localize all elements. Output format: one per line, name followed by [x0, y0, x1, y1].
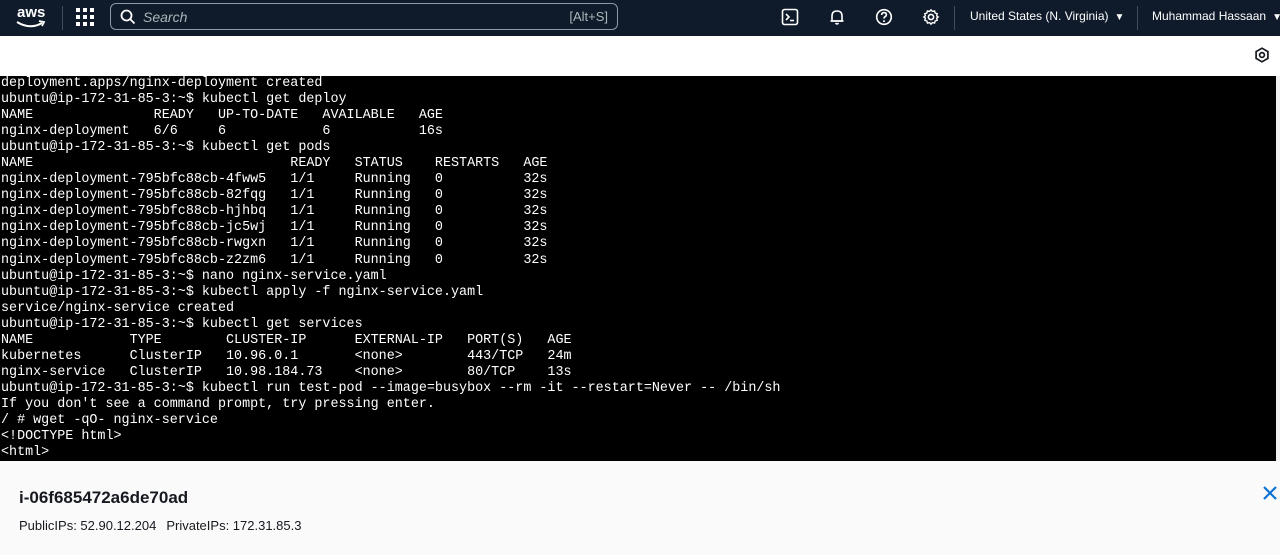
aws-logo-text: aws — [17, 4, 46, 21]
terminal-line: NAME READY STATUS RESTARTS AGE — [1, 156, 548, 172]
terminal-line: NAME TYPE CLUSTER-IP EXTERNAL-IP PORT(S)… — [1, 332, 572, 348]
search-box[interactable]: [Alt+S] — [110, 3, 618, 30]
help-icon[interactable] — [875, 8, 893, 26]
caret-down-icon: ▼ — [1114, 12, 1125, 23]
account-name: Muhammad Hassaan — [1152, 9, 1267, 23]
gear-icon[interactable] — [922, 8, 940, 26]
session-header — [0, 36, 1280, 76]
terminal-line: ubuntu@ip-172-31-85-3:~$ kubectl get pod… — [1, 140, 331, 156]
terminal-window[interactable]: deployment.apps/nginx-deployment created… — [0, 76, 1276, 461]
divider — [1137, 6, 1138, 30]
terminal-line: nginx-deployment-795bfc88cb-4fww5 1/1 Ru… — [1, 172, 548, 188]
instance-id: i-06f685472a6de70ad — [19, 488, 189, 507]
terminal-line: ubuntu@ip-172-31-85-3:~$ nano nginx-serv… — [1, 268, 387, 284]
terminal-line: If you don't see a command prompt, try p… — [1, 396, 435, 412]
instance-details-panel — [0, 461, 1280, 555]
caret-down-icon: ▼ — [1272, 12, 1280, 23]
terminal-line: nginx-deployment-795bfc88cb-z2zm6 1/1 Ru… — [1, 252, 548, 268]
aws-logo[interactable]: aws — [14, 4, 48, 32]
terminal-line: / # wget -qO- nginx-service — [1, 412, 218, 428]
region-label: United States (N. Virginia) — [970, 9, 1109, 23]
account-menu[interactable]: Muhammad Hassaan ▼ — [1152, 9, 1280, 23]
divider — [62, 6, 63, 30]
terminal-line: nginx-deployment-795bfc88cb-rwgxn 1/1 Ru… — [1, 236, 548, 252]
apps-grid-icon[interactable] — [76, 8, 94, 26]
terminal-line: nginx-deployment 6/6 6 6 16s — [1, 124, 443, 140]
terminal-line: ubuntu@ip-172-31-85-3:~$ kubectl get dep… — [1, 92, 347, 108]
cloudshell-icon[interactable] — [781, 8, 799, 26]
region-selector[interactable]: United States (N. Virginia) ▼ — [970, 9, 1124, 23]
search-icon — [120, 9, 136, 25]
terminal-line: <!DOCTYPE html> — [1, 429, 122, 445]
private-ips: PrivateIPs: 172.31.85.3 — [166, 518, 302, 533]
search-shortcut-hint: [Alt+S] — [569, 9, 608, 24]
aws-smile-icon — [16, 20, 46, 28]
terminal-line: nginx-service ClusterIP 10.98.184.73 <no… — [1, 364, 572, 380]
terminal-line: ubuntu@ip-172-31-85-3:~$ kubectl apply -… — [1, 284, 484, 300]
terminal-line: <html> — [1, 445, 50, 461]
terminal-line: nginx-deployment-795bfc88cb-hjhbq 1/1 Ru… — [1, 204, 548, 220]
top-navigation-bar: aws [Alt+S] United — [0, 0, 1280, 36]
public-ips: PublicIPs: 52.90.12.204 — [19, 518, 157, 533]
close-icon[interactable] — [1262, 485, 1278, 501]
terminal-line: deployment.apps/nginx-deployment created — [1, 76, 323, 91]
terminal-line: ubuntu@ip-172-31-85-3:~$ kubectl run tes… — [1, 380, 781, 396]
terminal-line: nginx-deployment-795bfc88cb-82fqg 1/1 Ru… — [1, 188, 548, 204]
terminal-line: kubernetes ClusterIP 10.96.0.1 <none> 44… — [1, 348, 572, 364]
preferences-gear-icon[interactable] — [1254, 47, 1270, 63]
terminal-scrollbar[interactable] — [1276, 76, 1280, 461]
terminal-line: service/nginx-service created — [1, 300, 235, 316]
terminal-line: ubuntu@ip-172-31-85-3:~$ kubectl get ser… — [1, 316, 363, 332]
terminal-line: nginx-deployment-795bfc88cb-jc5wj 1/1 Ru… — [1, 220, 548, 236]
divider — [954, 6, 955, 30]
terminal-line: NAME READY UP-TO-DATE AVAILABLE AGE — [1, 108, 443, 124]
search-input[interactable] — [143, 6, 563, 27]
bell-icon[interactable] — [828, 8, 846, 26]
instance-ips: PublicIPs: 52.90.12.204 PrivateIPs: 172.3… — [19, 518, 301, 533]
